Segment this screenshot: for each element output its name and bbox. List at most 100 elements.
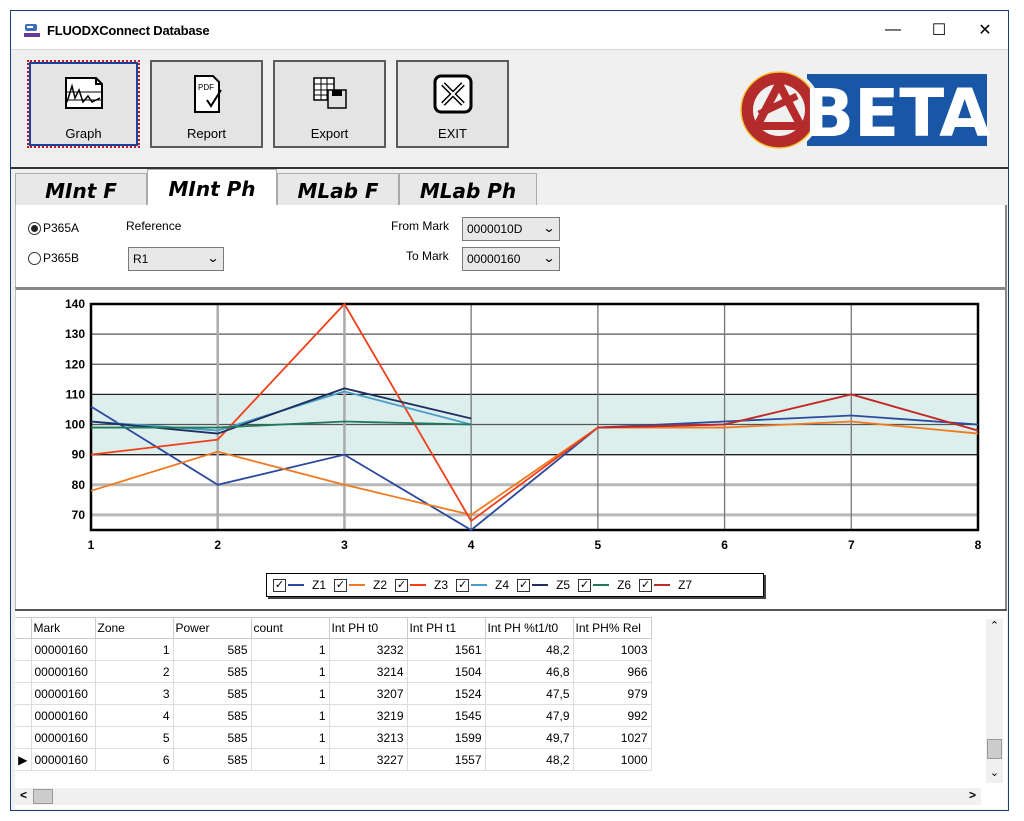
tab-mlab-ph[interactable]: MLab Ph	[399, 173, 537, 207]
table-cell[interactable]: 47,9	[484, 704, 574, 727]
row-selector[interactable]	[15, 660, 32, 683]
legend-checkbox[interactable]: ✓	[395, 578, 409, 592]
tab-mint-ph[interactable]: MInt Ph	[147, 169, 277, 207]
from-mark-select[interactable]: 0000010D ⌄	[462, 217, 560, 241]
legend-item-z3[interactable]: ✓ Z3	[395, 578, 448, 592]
table-cell[interactable]: 1599	[406, 726, 486, 749]
table-cell[interactable]: 3207	[328, 682, 408, 705]
table-cell[interactable]: 1	[94, 638, 174, 661]
table-cell[interactable]: 1003	[572, 638, 652, 661]
vertical-scroll-thumb[interactable]	[987, 739, 1002, 759]
row-selector[interactable]	[15, 682, 32, 705]
table-cell[interactable]: 00000160	[30, 726, 96, 749]
table-cell[interactable]: 00000160	[30, 748, 96, 771]
legend-checkbox[interactable]: ✓	[517, 578, 531, 592]
table-cell[interactable]: 3214	[328, 660, 408, 683]
legend-item-z5[interactable]: ✓ Z5	[517, 578, 570, 592]
minimize-button[interactable]: —	[870, 11, 916, 49]
table-cell[interactable]: 992	[572, 704, 652, 727]
scroll-down-arrow[interactable]: ⌄	[986, 766, 1003, 783]
table-cell[interactable]: 966	[572, 660, 652, 683]
table-cell[interactable]: 1	[250, 704, 330, 727]
table-cell[interactable]: 979	[572, 682, 652, 705]
tab-mlab-f[interactable]: MLab F	[277, 173, 399, 207]
row-selector[interactable]	[15, 726, 32, 749]
graph-button[interactable]: Graph	[27, 60, 140, 148]
table-cell[interactable]: 00000160	[30, 638, 96, 661]
table-cell[interactable]: 5	[94, 726, 174, 749]
table-cell[interactable]: 1524	[406, 682, 486, 705]
table-cell[interactable]: 585	[172, 638, 252, 661]
legend-checkbox[interactable]: ✓	[273, 578, 286, 592]
table-cell[interactable]: 585	[172, 726, 252, 749]
table-cell[interactable]: 585	[172, 748, 252, 771]
table-cell[interactable]: 1000	[572, 748, 652, 771]
scroll-left-arrow[interactable]: <	[15, 788, 32, 805]
table-cell[interactable]: 00000160	[30, 704, 96, 727]
table-cell[interactable]: 1	[250, 638, 330, 661]
table-cell[interactable]: 585	[172, 704, 252, 727]
table-cell[interactable]: 47,5	[484, 682, 574, 705]
column-header[interactable]: Mark	[30, 617, 96, 639]
row-selector[interactable]	[15, 704, 32, 727]
legend-item-z1[interactable]: ✓ Z1	[273, 578, 326, 592]
scroll-up-arrow[interactable]: ⌃	[986, 619, 1003, 636]
column-header[interactable]: Zone	[94, 617, 174, 639]
table-cell[interactable]: 585	[172, 682, 252, 705]
tab-mint-f[interactable]: MInt F	[15, 173, 147, 207]
legend-item-z4[interactable]: ✓ Z4	[456, 578, 509, 592]
legend-checkbox[interactable]: ✓	[578, 578, 592, 592]
column-header[interactable]: Power	[172, 617, 252, 639]
table-cell[interactable]: 6	[94, 748, 174, 771]
horizontal-scrollbar[interactable]: < >	[15, 788, 981, 805]
row-selector[interactable]	[15, 638, 32, 661]
legend-item-z2[interactable]: ✓ Z2	[334, 578, 387, 592]
table-cell[interactable]: 1557	[406, 748, 486, 771]
column-header[interactable]: Int PH t1	[406, 617, 486, 639]
radio-p365a[interactable]: P365A	[28, 221, 79, 235]
table-cell[interactable]: 585	[172, 660, 252, 683]
table-row[interactable]: ▶ 00000160 6 585 1 3227 1557 48,2 1000	[15, 748, 652, 771]
table-cell[interactable]: 3219	[328, 704, 408, 727]
table-row[interactable]: 00000160 2 585 1 3214 1504 46,8 966	[15, 660, 652, 683]
table-row[interactable]: 00000160 4 585 1 3219 1545 47,9 992	[15, 704, 652, 727]
maximize-button[interactable]: ☐	[916, 11, 962, 49]
radio-p365b-indicator[interactable]	[28, 251, 41, 265]
table-cell[interactable]: 00000160	[30, 660, 96, 683]
table-cell[interactable]: 1	[250, 660, 330, 683]
legend-item-z6[interactable]: ✓ Z6	[578, 578, 631, 592]
table-cell[interactable]: 2	[94, 660, 174, 683]
legend-checkbox[interactable]: ✓	[456, 578, 470, 592]
table-row[interactable]: 00000160 1 585 1 3232 1561 48,2 1003	[15, 638, 652, 661]
legend-checkbox[interactable]: ✓	[334, 578, 348, 592]
table-cell[interactable]: 1027	[572, 726, 652, 749]
export-button[interactable]: Export	[273, 60, 386, 148]
legend-item-z7[interactable]: ✓ Z7	[639, 578, 692, 592]
radio-p365a-indicator[interactable]	[28, 221, 41, 235]
table-row[interactable]: 00000160 5 585 1 3213 1599 49,7 1027	[15, 726, 652, 749]
report-button[interactable]: PDF Report	[150, 60, 263, 148]
radio-p365b[interactable]: P365B	[28, 251, 79, 265]
table-cell[interactable]: 46,8	[484, 660, 574, 683]
horizontal-scroll-thumb[interactable]	[33, 789, 53, 804]
to-mark-select[interactable]: 00000160 ⌄	[462, 247, 560, 271]
table-cell[interactable]: 1	[250, 682, 330, 705]
column-header[interactable]: count	[250, 617, 330, 639]
table-cell[interactable]: 3227	[328, 748, 408, 771]
table-cell[interactable]: 4	[94, 704, 174, 727]
vertical-scrollbar[interactable]: ⌃ ⌄	[986, 619, 1003, 783]
table-cell[interactable]: 48,2	[484, 748, 574, 771]
column-header[interactable]: Int PH %t1/t0	[484, 617, 574, 639]
table-cell[interactable]: 3	[94, 682, 174, 705]
exit-button[interactable]: EXIT	[396, 60, 509, 148]
table-cell[interactable]: 3232	[328, 638, 408, 661]
table-cell[interactable]: 3213	[328, 726, 408, 749]
table-cell[interactable]: 00000160	[30, 682, 96, 705]
table-cell[interactable]: 1	[250, 748, 330, 771]
scroll-right-arrow[interactable]: >	[964, 788, 981, 805]
row-selector[interactable]: ▶	[15, 748, 32, 771]
table-row[interactable]: 00000160 3 585 1 3207 1524 47,5 979	[15, 682, 652, 705]
close-button[interactable]: ✕	[962, 11, 1008, 49]
column-header[interactable]: Int PH t0	[328, 617, 408, 639]
table-cell[interactable]: 1	[250, 726, 330, 749]
